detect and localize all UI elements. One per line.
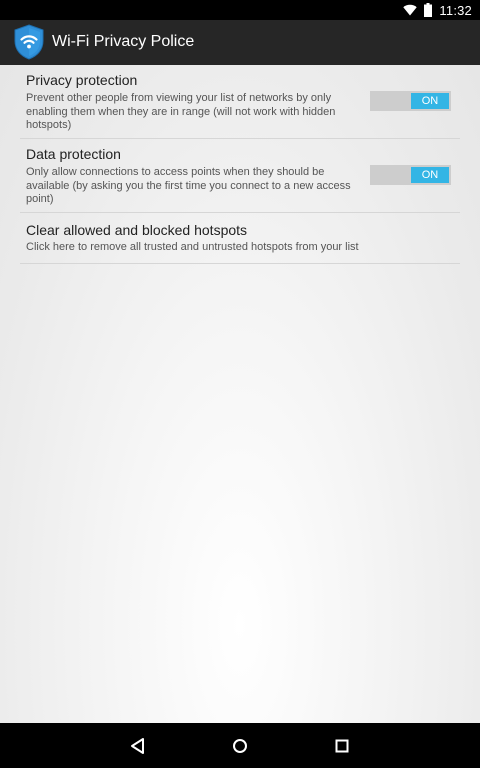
recents-icon[interactable] [331, 735, 353, 757]
pref-summary: Click here to remove all trusted and unt… [26, 241, 359, 253]
privacy-protection-switch[interactable]: ON [370, 91, 451, 111]
action-bar: Wi-Fi Privacy Police [0, 20, 480, 65]
pref-privacy-protection[interactable]: Privacy protection Prevent other people … [20, 65, 460, 139]
status-icons: 11:32 [403, 2, 472, 18]
pref-summary: Prevent other people from viewing your l… [26, 92, 336, 131]
battery-icon [424, 3, 433, 17]
status-bar: 11:32 [0, 0, 480, 20]
preferences-list: Privacy protection Prevent other people … [0, 65, 480, 723]
back-icon[interactable] [127, 735, 149, 757]
pref-title: Privacy protection [26, 72, 138, 88]
status-time: 11:32 [439, 2, 472, 18]
pref-clear-hotspots[interactable]: Clear allowed and blocked hotspots Click… [20, 213, 460, 264]
home-icon[interactable] [229, 735, 251, 757]
wifi-icon [403, 4, 418, 16]
data-protection-switch[interactable]: ON [370, 165, 451, 185]
app-title: Wi-Fi Privacy Police [52, 33, 195, 50]
shield-wifi-icon[interactable] [13, 24, 45, 60]
navigation-bar [0, 723, 480, 768]
pref-title: Clear allowed and blocked hotspots [26, 222, 248, 238]
pref-title: Data protection [26, 146, 121, 162]
pref-summary: Only allow connections to access points … [26, 166, 351, 205]
switch-thumb: ON [411, 167, 449, 183]
switch-thumb: ON [411, 93, 449, 109]
pref-data-protection[interactable]: Data protection Only allow connections t… [20, 139, 460, 213]
